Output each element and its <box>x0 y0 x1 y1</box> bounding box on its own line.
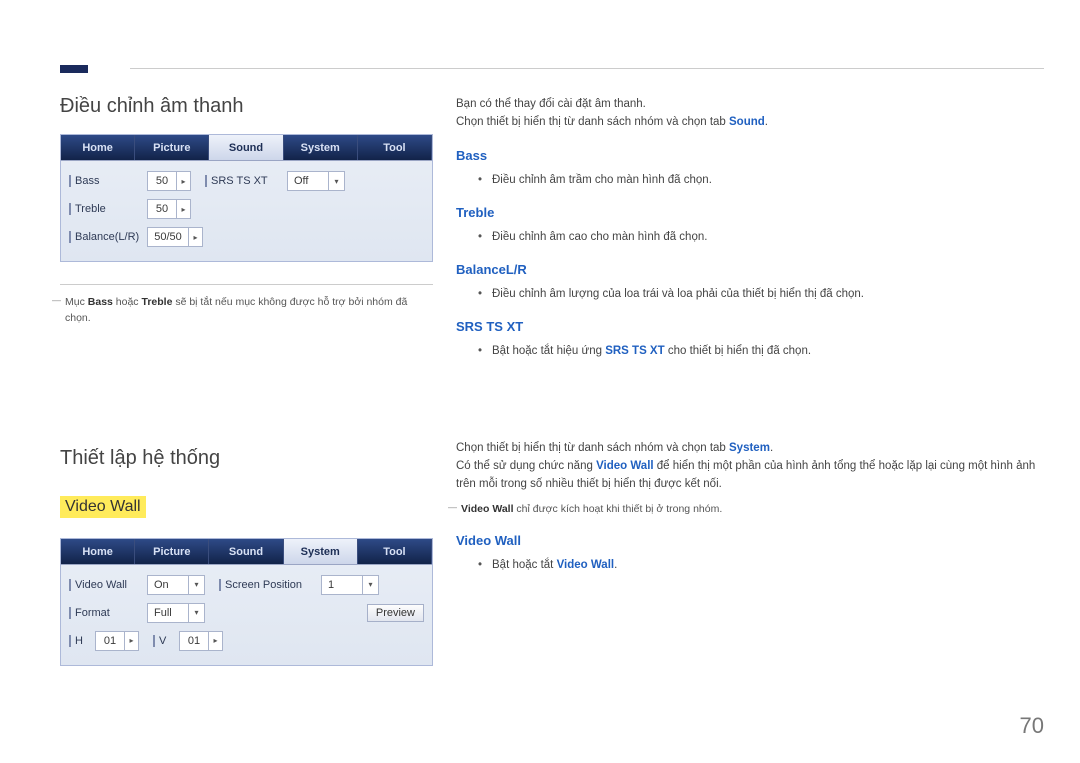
fmt-dropdown[interactable]: Full ▾ <box>147 603 205 623</box>
chevron-down-icon[interactable]: ▾ <box>362 576 378 594</box>
video-wall-desc: Bật hoặc tắt Video Wall. <box>478 556 1044 574</box>
treble-desc: Điều chỉnh âm cao cho màn hình đã chọn. <box>478 228 1044 246</box>
tab2-home[interactable]: Home <box>61 539 135 564</box>
v-step-icon[interactable]: ▸ <box>208 632 222 650</box>
bass-step-icon[interactable]: ▸ <box>176 172 190 190</box>
chevron-down-icon[interactable]: ▾ <box>328 172 344 190</box>
tab-sound[interactable]: Sound <box>209 135 283 160</box>
sound-footnote: Mục Bass hoặc Treble sẽ bị tắt nếu mục k… <box>60 295 433 327</box>
h-step-icon[interactable]: ▸ <box>124 632 138 650</box>
srs-desc: Bật hoặc tắt hiệu ứng SRS TS XT cho thiế… <box>478 342 1044 360</box>
srs-label: SRS TS XT <box>205 175 287 187</box>
section-sound-title: Điều chỉnh âm thanh <box>60 95 433 118</box>
vw-label: Video Wall <box>69 579 147 591</box>
tab2-system[interactable]: System <box>284 539 358 564</box>
bass-spinner[interactable]: 50 ▸ <box>147 171 191 191</box>
page-number: 70 <box>1020 713 1044 739</box>
treble-value: 50 <box>148 203 176 215</box>
h-label: H <box>69 635 95 647</box>
balance-label: Balance(L/R) <box>69 231 147 243</box>
video-wall-highlight: Video Wall <box>60 496 146 518</box>
srs-value: Off <box>288 175 328 187</box>
system-footnote: Video Wall chỉ được kích hoạt khi thiết … <box>456 502 1044 518</box>
term-balance: BalanceL/R <box>456 260 1044 281</box>
section-system-title: Thiết lập hệ thống <box>60 447 433 470</box>
fmt-label: Format <box>69 607 147 619</box>
system-panel: Home Picture Sound System Tool Video Wal… <box>60 538 433 666</box>
bass-desc: Điều chỉnh âm trầm cho màn hình đã chọn. <box>478 171 1044 189</box>
divider <box>60 284 433 285</box>
sound-intro-1: Bạn có thể thay đổi cài đặt âm thanh. <box>456 95 1044 113</box>
chevron-down-icon[interactable]: ▾ <box>188 576 204 594</box>
sp-value: 1 <box>322 579 362 591</box>
balance-value: 50/50 <box>148 231 188 243</box>
treble-spinner[interactable]: 50 ▸ <box>147 199 191 219</box>
system-intro-1: Chọn thiết bị hiển thị từ danh sách nhóm… <box>456 439 1044 457</box>
tab2-picture[interactable]: Picture <box>135 539 209 564</box>
sound-intro-2: Chọn thiết bị hiển thị từ danh sách nhóm… <box>456 113 1044 131</box>
v-label: V <box>153 635 179 647</box>
tab-tool[interactable]: Tool <box>358 135 432 160</box>
term-srs: SRS TS XT <box>456 317 1044 338</box>
h-spinner[interactable]: 01 ▸ <box>95 631 139 651</box>
tab2-sound[interactable]: Sound <box>209 539 283 564</box>
brand-bar <box>60 65 88 73</box>
v-spinner[interactable]: 01 ▸ <box>179 631 223 651</box>
tab-system[interactable]: System <box>284 135 358 160</box>
balance-desc: Điều chỉnh âm lượng của loa trái và loa … <box>478 285 1044 303</box>
fmt-value: Full <box>148 607 188 619</box>
vw-dropdown[interactable]: On ▾ <box>147 575 205 595</box>
treble-step-icon[interactable]: ▸ <box>176 200 190 218</box>
header-rule <box>130 68 1044 69</box>
tab-picture[interactable]: Picture <box>135 135 209 160</box>
treble-label: Treble <box>69 203 147 215</box>
bass-label: Bass <box>69 175 147 187</box>
preview-button[interactable]: Preview <box>367 604 424 622</box>
tab-home[interactable]: Home <box>61 135 135 160</box>
sound-panel: Home Picture Sound System Tool Bass 50 ▸… <box>60 134 433 262</box>
balance-spinner[interactable]: 50/50 ▸ <box>147 227 203 247</box>
system-intro-2: Có thể sử dụng chức năng Video Wall để h… <box>456 457 1044 494</box>
term-treble: Treble <box>456 203 1044 224</box>
h-value: 01 <box>96 635 124 647</box>
sp-dropdown[interactable]: 1 ▾ <box>321 575 379 595</box>
bass-value: 50 <box>148 175 176 187</box>
term-bass: Bass <box>456 146 1044 167</box>
chevron-down-icon[interactable]: ▾ <box>188 604 204 622</box>
vw-value: On <box>148 579 188 591</box>
balance-step-icon[interactable]: ▸ <box>188 228 202 246</box>
srs-dropdown[interactable]: Off ▾ <box>287 171 345 191</box>
sp-label: Screen Position <box>219 579 321 591</box>
term-video-wall: Video Wall <box>456 531 1044 552</box>
v-value: 01 <box>180 635 208 647</box>
tab2-tool[interactable]: Tool <box>358 539 432 564</box>
